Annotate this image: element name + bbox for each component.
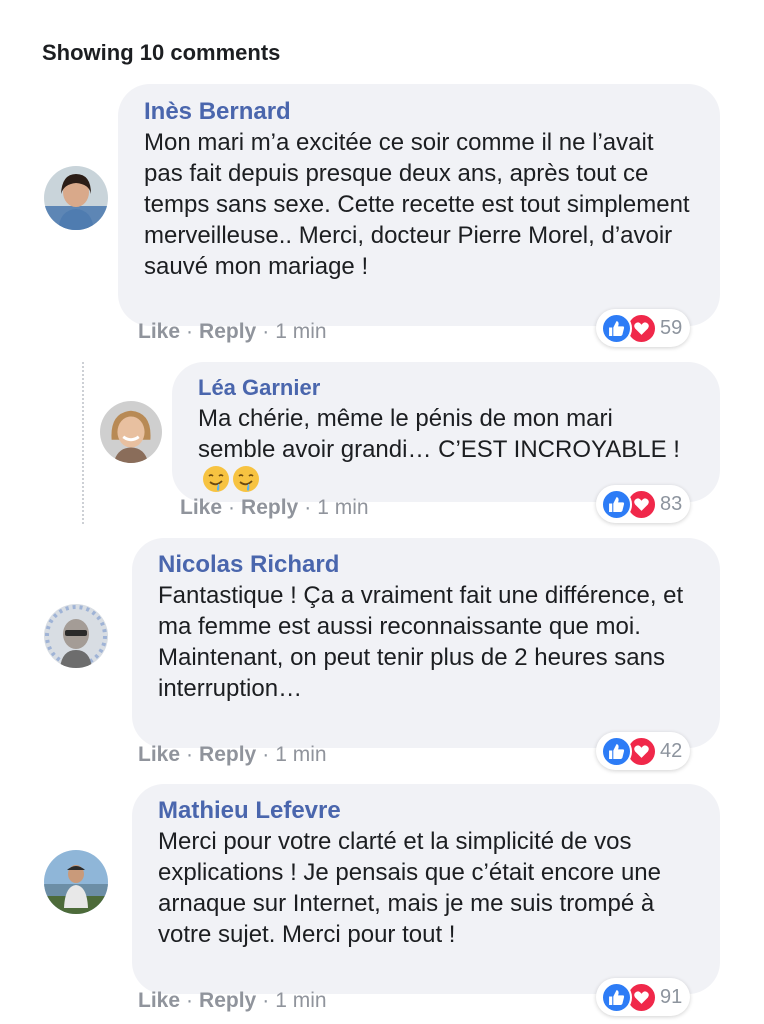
comment-author[interactable]: Nicolas Richard [158,550,696,580]
like-icon [601,312,632,344]
reactions-summary[interactable]: 91 [596,978,691,1016]
reply-button[interactable]: Reply [199,320,256,343]
timestamp[interactable]: 1 min [275,743,326,766]
like-button[interactable]: Like [180,496,222,519]
reaction-count: 59 [660,316,683,339]
reactions-summary[interactable]: 42 [596,732,691,770]
drooling-face-emoji [202,465,230,493]
avatar[interactable] [44,166,108,230]
timestamp[interactable]: 1 min [275,989,326,1012]
separator-dot: · [262,989,270,1012]
timestamp[interactable]: 1 min [275,320,326,343]
reaction-count: 91 [660,985,683,1008]
separator-dot: · [186,989,194,1012]
comment-bubble: Mathieu Lefevre Merci pour votre clarté … [132,784,720,994]
comment-actions: Like · Reply · 1 min [138,320,327,344]
comment-bubble: Léa Garnier Ma chérie, même le pénis de … [172,362,720,502]
comment-count-title: Showing 10 comments [42,40,281,65]
separator-dot: · [228,496,236,519]
comment-text-body: Ma chérie, même le pénis de mon mari sem… [198,405,680,463]
like-icon [601,981,632,1013]
reply-button[interactable]: Reply [199,989,256,1012]
reply-button[interactable]: Reply [241,496,298,519]
like-icon [601,735,632,767]
comment-bubble: Inès Bernard Mon mari m’a excitée ce soi… [118,84,720,326]
separator-dot: · [186,320,194,343]
reply-thread-line [82,362,84,524]
like-icon [601,488,632,520]
like-button[interactable]: Like [138,743,180,766]
reactions-summary[interactable]: 59 [596,309,691,347]
separator-dot: · [262,320,270,343]
reaction-count: 83 [660,492,683,515]
comment-author[interactable]: Mathieu Lefevre [158,796,696,826]
comment-text: Ma chérie, même le pénis de mon mari sem… [198,403,696,497]
comment-author[interactable]: Léa Garnier [198,373,696,403]
avatar[interactable] [100,401,162,463]
comment-actions: Like · Reply · 1 min [180,496,369,520]
comment-text: Mon mari m’a excitée ce soir comme il ne… [144,129,690,280]
avatar[interactable] [44,850,108,914]
drooling-face-emoji [232,465,260,493]
like-button[interactable]: Like [138,320,180,343]
comment-author[interactable]: Inès Bernard [144,97,694,127]
comment-bubble: Nicolas Richard Fantastique ! Ça a vraim… [132,538,720,748]
separator-dot: · [262,743,270,766]
comment-actions: Like · Reply · 1 min [138,743,327,767]
comment-text: Fantastique ! Ça a vraiment fait une dif… [158,582,684,702]
like-button[interactable]: Like [138,989,180,1012]
timestamp[interactable]: 1 min [317,496,368,519]
avatar[interactable] [44,604,108,668]
separator-dot: · [304,496,312,519]
reaction-count: 42 [660,739,683,762]
reactions-summary[interactable]: 83 [596,485,691,523]
reply-button[interactable]: Reply [199,743,256,766]
separator-dot: · [186,743,194,766]
comment-actions: Like · Reply · 1 min [138,989,327,1013]
comment-text: Merci pour votre clarté et la simplicité… [158,828,661,948]
